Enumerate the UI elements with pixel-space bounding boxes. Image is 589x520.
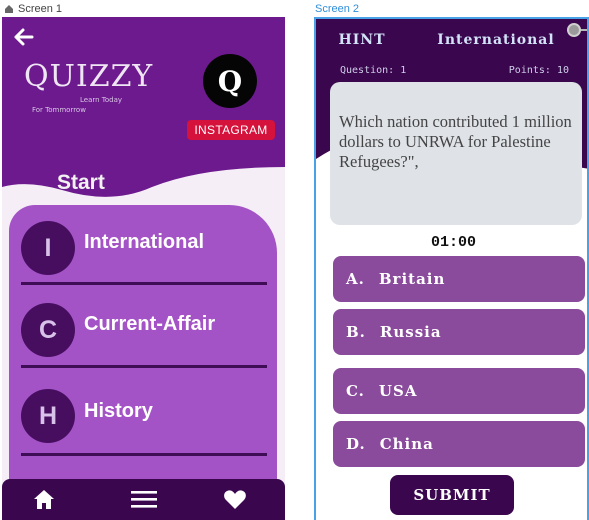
instagram-button[interactable]: INSTAGRAM — [187, 120, 275, 140]
screen1-home: QUIZZY Learn Today For Tommorrow Q INSTA… — [2, 17, 285, 520]
answer-text: China — [379, 435, 434, 453]
app-title: QUIZZY — [24, 59, 154, 94]
category-card: I International C Current-Affair H Histo… — [9, 205, 277, 505]
countdown-timer: 01:00 — [430, 234, 476, 251]
category-item-international[interactable]: I International — [21, 221, 267, 301]
screen1-label-text: Screen 1 — [18, 3, 63, 15]
tagline-line2: For Tommorrow — [32, 106, 86, 114]
divider — [21, 282, 267, 285]
home-mini-icon — [5, 5, 13, 13]
answer-text: Russia — [379, 323, 442, 341]
back-arrow-icon[interactable] — [12, 27, 34, 47]
divider — [21, 365, 267, 368]
category-letter-badge: I — [21, 221, 75, 275]
category-label: History — [84, 400, 153, 422]
hint-button[interactable]: HINT — [325, 26, 399, 54]
question-text: Which nation contributed 1 million dolla… — [339, 112, 572, 171]
answer-option-a[interactable]: A. Britain — [333, 256, 585, 302]
divider — [21, 453, 267, 456]
category-label: International — [84, 231, 205, 253]
menu-icon[interactable] — [130, 488, 158, 510]
screen2-label: Screen 2 — [315, 3, 359, 15]
answer-option-c[interactable]: C. USA — [333, 368, 585, 414]
slider-handle[interactable] — [567, 23, 581, 37]
answer-letter: C. — [346, 382, 365, 400]
heart-icon[interactable] — [223, 488, 247, 510]
screen1-label: Screen 1 — [4, 3, 62, 15]
category-label: Current-Affair — [84, 313, 216, 335]
start-heading: Start — [57, 171, 105, 194]
answer-letter: A. — [346, 270, 365, 288]
question-number: Question: 1 — [340, 65, 407, 76]
tagline-line1: Learn Today — [80, 96, 123, 104]
answer-text: Britain — [378, 270, 446, 288]
screen2-label-text: Screen 2 — [315, 3, 360, 15]
home-icon[interactable] — [32, 488, 56, 510]
answer-text: USA — [378, 382, 418, 400]
category-letter-badge: C — [21, 303, 75, 357]
category-item-history[interactable]: H History — [21, 389, 267, 469]
category-letter-badge: H — [21, 389, 75, 443]
answer-letter: D. — [346, 435, 366, 453]
category-item-current-affair[interactable]: C Current-Affair — [21, 303, 267, 383]
answer-letter: B. — [346, 323, 366, 341]
question-card: Which nation contributed 1 million dolla… — [330, 82, 582, 225]
screen2-quiz: HINT International Question: 1 Points: 1… — [314, 17, 589, 520]
quizzy-logo: Q — [203, 54, 257, 108]
bottom-nav — [2, 479, 285, 520]
submit-button[interactable]: SUBMIT — [390, 475, 514, 515]
answer-option-d[interactable]: D. China — [333, 421, 585, 467]
answer-option-b[interactable]: B. Russia — [333, 309, 585, 355]
points-counter: Points: 10 — [508, 65, 569, 76]
category-title: International — [407, 26, 585, 54]
